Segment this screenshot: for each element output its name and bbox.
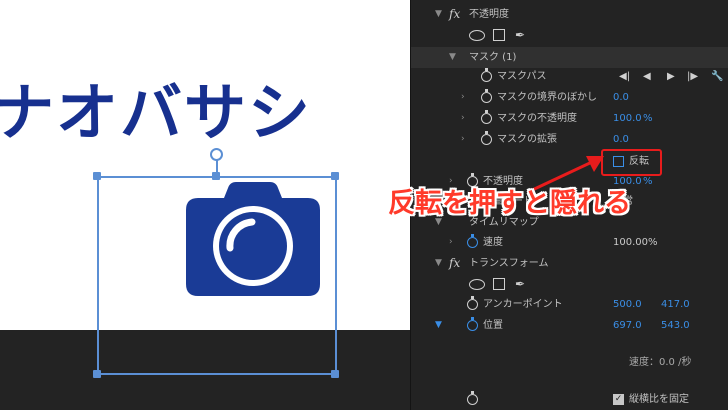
anchor-point-row: アンカーポイント 500.0 417.0 — [411, 294, 728, 315]
rectangle-mask-icon[interactable] — [493, 278, 505, 290]
stopwatch-icon[interactable] — [481, 68, 492, 82]
uniform-scale-label: 縦横比を固定 — [629, 394, 689, 405]
position-row: ▼ 位置 697.0 543.0 — [411, 315, 728, 336]
ellipse-mask-icon[interactable] — [469, 30, 485, 41]
stopwatch-icon[interactable] — [467, 234, 478, 248]
anchor-point-label: アンカーポイント — [483, 299, 563, 310]
mask-vertex-handle[interactable] — [93, 172, 101, 180]
ellipse-mask-icon[interactable] — [469, 279, 485, 290]
title-text: ナオバサシ — [0, 76, 313, 149]
rotation-handle[interactable] — [210, 148, 223, 161]
position-x-value[interactable]: 697.0 — [613, 315, 642, 336]
mask-opacity-label: マスクの不透明度 — [497, 113, 577, 124]
mask-shape-tools: ✒ — [411, 25, 728, 46]
opacity-effect-label: 不透明度 — [469, 9, 509, 20]
stopwatch-icon[interactable] — [467, 391, 478, 405]
transform-label: トランスフォーム — [469, 258, 549, 269]
stopwatch-icon[interactable] — [467, 317, 478, 331]
collapse-triangle-icon[interactable]: ▼ — [435, 253, 442, 274]
speed-row: › 速度 100.00% — [411, 232, 728, 253]
mask-vertex-handle[interactable] — [331, 370, 339, 378]
velocity-readout-row: 速度：0.0 /秒 — [411, 352, 728, 373]
expand-triangle-icon[interactable]: › — [461, 129, 465, 150]
position-y-value[interactable]: 543.0 — [661, 315, 690, 336]
collapse-triangle-icon[interactable]: ▼ — [449, 47, 456, 68]
collapse-triangle-icon[interactable]: ▼ — [435, 4, 442, 25]
mask-vertex-handle[interactable] — [331, 172, 339, 180]
mask-header-label: マスク (1) — [469, 52, 517, 63]
mask-feather-value[interactable]: 0.0 — [613, 87, 629, 108]
mask-path-label: マスクパス — [497, 71, 547, 82]
velocity-readout: 速度：0.0 /秒 — [629, 357, 692, 368]
mask-expansion-row: › マスクの拡張 0.0 — [411, 129, 728, 150]
track-forward-icon[interactable]: ▶ — [667, 66, 675, 87]
mask-path-row: マスクパス ◀| ◀ ▶ |▶ 🔧 — [411, 66, 728, 87]
uniform-scale-checkbox[interactable]: ✓ — [613, 394, 624, 405]
expand-triangle-icon[interactable]: › — [461, 87, 465, 108]
mask-expansion-value[interactable]: 0.0 — [613, 129, 629, 150]
transform-mask-tools: ✒ — [411, 274, 728, 295]
position-label: 位置 — [483, 320, 503, 331]
collapse-triangle-icon[interactable]: ▼ — [435, 315, 442, 336]
fx-icon[interactable]: fx — [449, 253, 460, 274]
stopwatch-icon[interactable] — [467, 296, 478, 310]
mask-feather-row: › マスクの境界のぼかし 0.0 — [411, 87, 728, 108]
mask-vertex-handle[interactable] — [93, 370, 101, 378]
expand-triangle-icon[interactable]: › — [461, 108, 465, 129]
mask-header-row[interactable]: ▼ マスク (1) — [411, 47, 728, 68]
track-backward-one-icon[interactable]: ◀| — [619, 66, 630, 87]
stopwatch-icon[interactable] — [481, 89, 492, 103]
expand-triangle-icon[interactable]: › — [449, 232, 453, 253]
mask-expansion-label: マスクの拡張 — [497, 134, 557, 145]
fx-icon[interactable]: fx — [449, 4, 460, 25]
pen-mask-icon[interactable]: ✒ — [515, 274, 525, 295]
uniform-scale-row: ✓ 縦横比を固定 — [411, 389, 728, 410]
mask-opacity-value[interactable]: 100.0 — [613, 108, 642, 129]
mask-opacity-unit: % — [643, 113, 653, 124]
rectangle-mask-icon[interactable] — [493, 29, 505, 41]
stopwatch-icon[interactable] — [467, 173, 478, 187]
anchor-x-value[interactable]: 500.0 — [613, 294, 642, 315]
stopwatch-icon[interactable] — [481, 131, 492, 145]
speed-label: 速度 — [483, 237, 503, 248]
transform-effect-row[interactable]: ▼ fx トランスフォーム — [411, 253, 728, 274]
mask-opacity-row: › マスクの不透明度 100.0 % — [411, 108, 728, 129]
stopwatch-icon[interactable] — [481, 110, 492, 124]
annotation-text: 反転を押すと隠れる — [388, 188, 631, 219]
opacity-effect-row[interactable]: ▼ fx 不透明度 — [411, 4, 728, 25]
track-backward-icon[interactable]: ◀ — [643, 66, 651, 87]
wrench-icon[interactable]: 🔧 — [711, 66, 723, 87]
pen-mask-icon[interactable]: ✒ — [515, 25, 525, 46]
speed-value[interactable]: 100.00% — [613, 232, 658, 253]
program-monitor[interactable]: ナオバサシ — [0, 0, 410, 410]
mask-outline[interactable] — [97, 176, 337, 375]
track-forward-one-icon[interactable]: |▶ — [687, 66, 698, 87]
mask-feather-label: マスクの境界のぼかし — [497, 92, 597, 103]
anchor-y-value[interactable]: 417.0 — [661, 294, 690, 315]
invert-highlight-box — [601, 149, 662, 176]
